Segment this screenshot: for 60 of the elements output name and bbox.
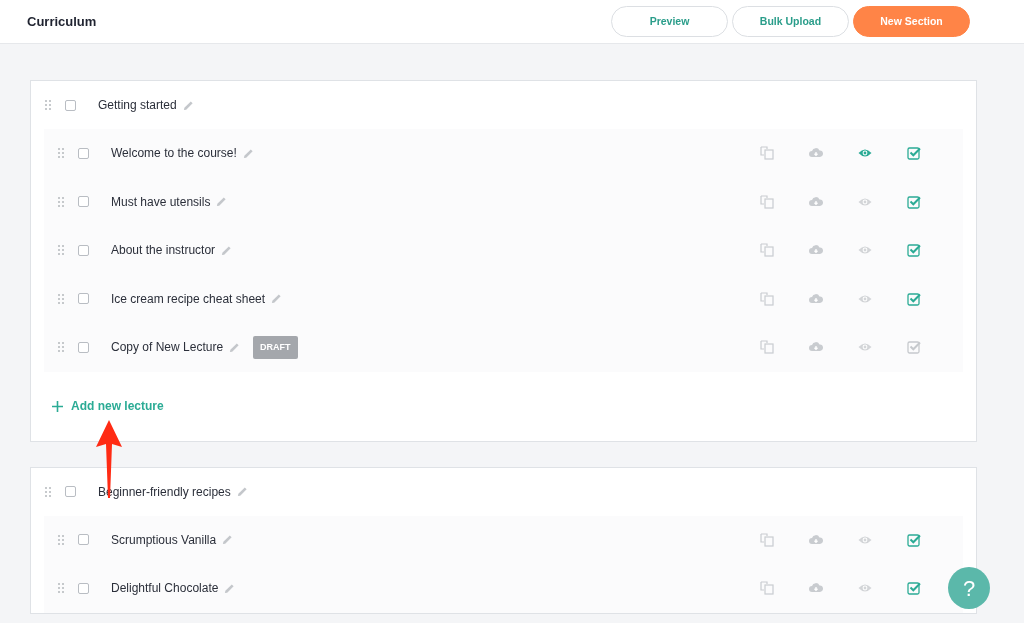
copy-icon[interactable]	[759, 532, 774, 547]
lecture-title: Must have utensils	[111, 193, 211, 211]
plus-icon	[52, 400, 63, 412]
checkbox[interactable]	[65, 99, 76, 111]
help-button[interactable]: ?	[948, 567, 990, 609]
copy-icon[interactable]	[759, 291, 774, 306]
lecture-title: Delightful Chocolate	[111, 580, 219, 598]
pencil-icon[interactable]	[222, 534, 234, 546]
lecture-title: About the instructor	[111, 242, 216, 260]
page-title: Curriculum	[27, 13, 97, 30]
published-checkbox-icon[interactable]	[906, 532, 921, 547]
section-title: Getting started	[98, 97, 177, 114]
pencil-icon[interactable]	[236, 486, 248, 497]
drag-handle-icon[interactable]	[58, 245, 64, 256]
checkbox[interactable]	[78, 534, 89, 546]
published-checkbox-icon[interactable]	[906, 291, 921, 306]
pencil-icon[interactable]	[216, 196, 228, 208]
drag-handle-icon[interactable]	[58, 583, 64, 594]
lecture-title: Scrumptious Vanilla	[111, 531, 217, 549]
drag-handle-icon[interactable]	[58, 148, 64, 159]
drag-handle-icon[interactable]	[45, 486, 51, 497]
copy-icon[interactable]	[759, 194, 774, 209]
new-section-button[interactable]: New Section	[853, 6, 970, 37]
cloud-download-icon[interactable]	[808, 291, 823, 306]
copy-icon[interactable]	[759, 340, 774, 355]
pencil-icon[interactable]	[229, 341, 241, 353]
drag-handle-icon[interactable]	[58, 293, 64, 304]
published-checkbox-icon[interactable]	[906, 146, 921, 161]
drag-handle-icon[interactable]	[58, 342, 64, 353]
checkbox[interactable]	[78, 582, 89, 594]
pencil-icon[interactable]	[242, 147, 254, 159]
published-checkbox-icon[interactable]	[906, 194, 921, 209]
published-checkbox-icon[interactable]	[906, 243, 921, 258]
pencil-icon[interactable]	[221, 244, 233, 256]
lecture-title: Copy of New Lecture	[111, 339, 224, 357]
drag-handle-icon[interactable]	[58, 196, 64, 207]
lecture-title: Ice cream recipe cheat sheet	[111, 290, 266, 308]
checkbox[interactable]	[78, 147, 89, 159]
header-button[interactable]: Preview	[611, 6, 728, 37]
add-lecture-link[interactable]: Add new lecture	[52, 397, 164, 415]
copy-icon[interactable]	[759, 581, 774, 596]
checkbox[interactable]	[78, 293, 89, 305]
pencil-icon[interactable]	[182, 99, 194, 111]
published-checkbox-icon[interactable]	[906, 581, 921, 596]
draft-label: DRAFT	[253, 335, 298, 359]
published-checkbox-icon[interactable]	[906, 340, 921, 355]
checkbox[interactable]	[65, 486, 76, 497]
pencil-icon[interactable]	[271, 293, 283, 305]
copy-icon[interactable]	[759, 146, 774, 161]
lecture-title: Welcome to the course!	[111, 145, 237, 163]
checkbox[interactable]	[78, 341, 89, 353]
checkbox[interactable]	[78, 244, 89, 256]
copy-icon[interactable]	[759, 243, 774, 258]
checkbox[interactable]	[78, 196, 89, 208]
drag-handle-icon[interactable]	[58, 534, 64, 545]
cloud-download-icon[interactable]	[808, 532, 823, 547]
drag-handle-icon[interactable]	[45, 100, 51, 110]
pencil-icon[interactable]	[224, 582, 236, 594]
cloud-download-icon[interactable]	[808, 194, 823, 209]
header-button[interactable]: Bulk Upload	[732, 6, 849, 37]
